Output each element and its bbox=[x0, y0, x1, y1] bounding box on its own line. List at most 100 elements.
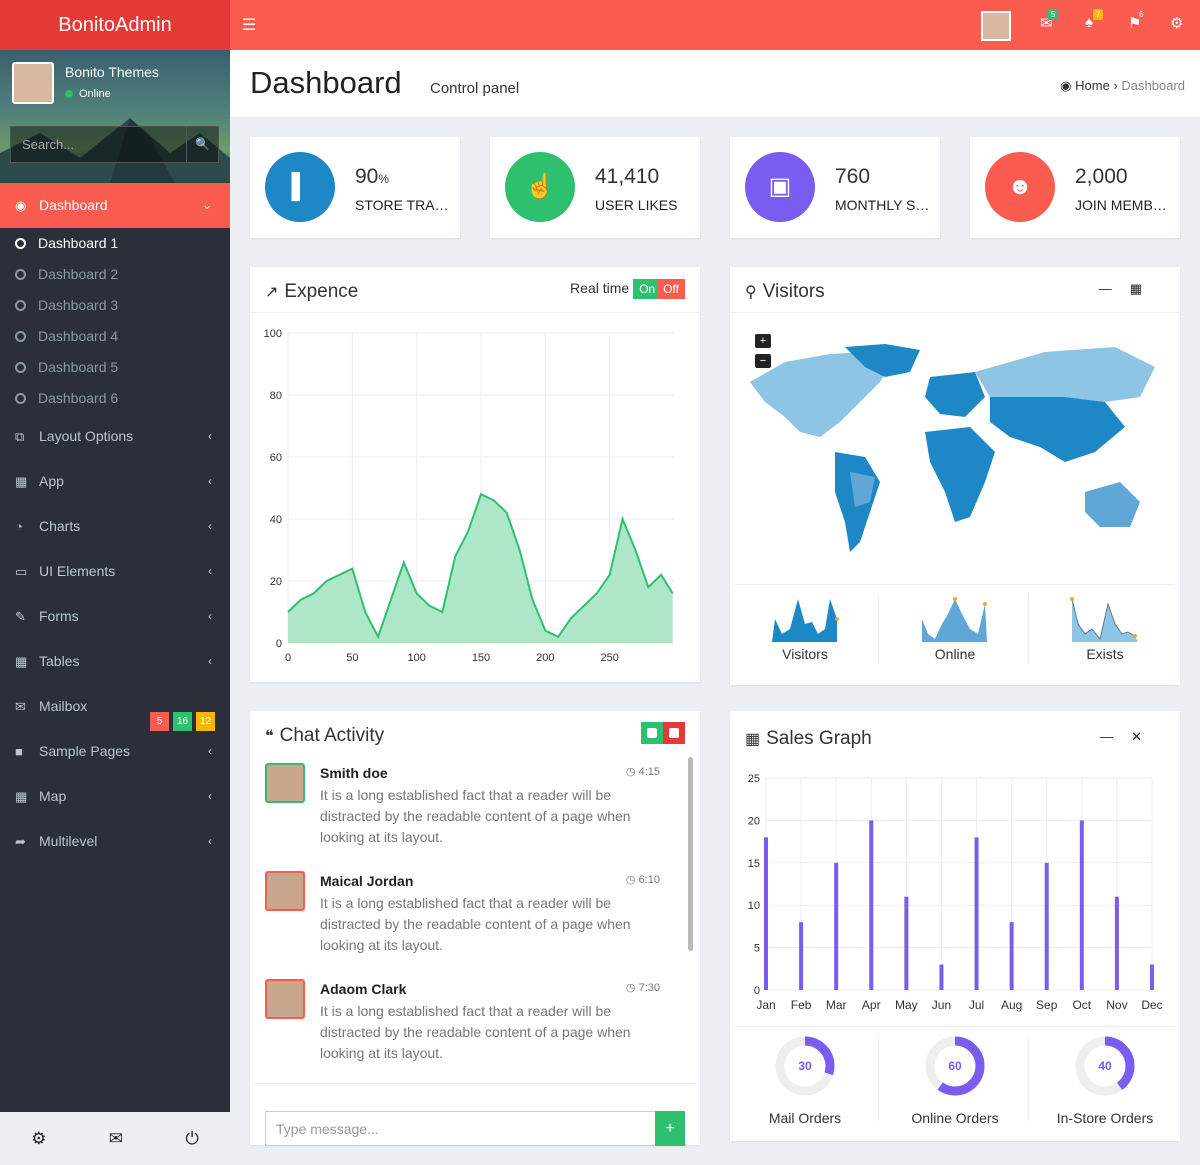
breadcrumb-home[interactable]: Home bbox=[1075, 78, 1110, 93]
sidebar-item-ui-elements[interactable]: ▭ UI Elements ‹ bbox=[0, 549, 230, 594]
donut-chart: 30 bbox=[775, 1036, 835, 1096]
sidebar-item-layout-options[interactable]: ⧉ Layout Options ‹ bbox=[0, 414, 230, 459]
chat-time: ◷ 4:15 bbox=[625, 766, 660, 778]
spark-label-online: Online bbox=[934, 646, 976, 662]
chat-author[interactable]: Adaom Clark bbox=[320, 981, 406, 997]
sidebar-item-mailbox[interactable]: ✉ Mailbox 5 16 12 bbox=[0, 684, 230, 731]
sidebar-item-tables[interactable]: ▦ Tables ‹ bbox=[0, 639, 230, 684]
bar-chart-icon: ▌ bbox=[265, 152, 335, 222]
y-tick-label: 80 bbox=[270, 390, 282, 402]
submenu-dashboard-6[interactable]: Dashboard 6 bbox=[0, 383, 230, 414]
chat-author[interactable]: Maical Jordan bbox=[320, 873, 413, 889]
sidebar-item-map[interactable]: ▦ Map ‹ bbox=[0, 774, 230, 819]
x-tick-label: Nov bbox=[1106, 998, 1127, 1012]
sidebar-item-multilevel[interactable]: ➦ Multilevel ‹ bbox=[0, 819, 230, 864]
envelope-icon[interactable]: ✉ 5 bbox=[1040, 9, 1059, 32]
sidebar-item-forms[interactable]: ✎ Forms ‹ bbox=[0, 594, 230, 639]
x-tick-label: 50 bbox=[346, 652, 358, 664]
submenu-dashboard-4[interactable]: Dashboard 4 bbox=[0, 321, 230, 352]
chat-author[interactable]: Smith doe bbox=[320, 765, 388, 781]
chat-avatar bbox=[265, 871, 305, 911]
chevron-left-icon: ‹ bbox=[208, 474, 212, 488]
x-tick-label: Jan bbox=[756, 998, 775, 1012]
x-tick-label: Jun bbox=[932, 998, 951, 1012]
sidebar-menu: ◉ Dashboard ⌄ Dashboard 1 Dashboard 2 Dash… bbox=[0, 183, 230, 864]
bar bbox=[1114, 896, 1119, 990]
gear-icon[interactable]: ⚙ bbox=[31, 1129, 46, 1149]
box-title-text: Sales Graph bbox=[766, 728, 872, 749]
close-icon[interactable]: ✕ bbox=[1131, 729, 1160, 744]
x-tick-label: 200 bbox=[536, 652, 554, 664]
x-tick-label: 100 bbox=[407, 652, 425, 664]
sidebar-item-label: Map bbox=[39, 788, 67, 804]
brand-logo[interactable]: BonitoAdmin bbox=[0, 0, 230, 50]
sidebar-footer: ⚙ ✉ ⏻ bbox=[0, 1112, 230, 1165]
sidebar-item-label: Tables bbox=[39, 653, 80, 669]
menu-toggle-icon[interactable]: ☰ bbox=[242, 15, 256, 35]
sidebar-item-dashboard[interactable]: ◉ Dashboard ⌄ bbox=[0, 183, 230, 228]
world-map[interactable] bbox=[745, 342, 1165, 572]
sidebar-item-sample-pages[interactable]: ■ Sample Pages ‹ bbox=[0, 729, 230, 774]
donut-label: In-Store Orders bbox=[1056, 1110, 1154, 1126]
edit-icon: ✎ bbox=[15, 609, 26, 624]
sidebar-item-charts[interactable]: ◔ Charts ‹ bbox=[0, 504, 230, 549]
box-title-text: Chat Activity bbox=[279, 725, 385, 746]
copy-icon: ⧉ bbox=[15, 429, 25, 444]
circle-icon bbox=[15, 269, 26, 280]
content-header: Dashboard Control panel ◉ Home › Dashboa… bbox=[230, 50, 1200, 117]
submenu-dashboard-5[interactable]: Dashboard 5 bbox=[0, 352, 230, 383]
chat-offline-toggle[interactable] bbox=[663, 722, 685, 744]
x-tick-label: Jul bbox=[969, 998, 984, 1012]
sidebar-item-label: Forms bbox=[39, 608, 79, 624]
y-tick-label: 20 bbox=[748, 815, 760, 827]
calendar-icon[interactable]: ▦ bbox=[1130, 281, 1160, 296]
bar bbox=[834, 862, 839, 990]
chat-activity-box: ❝ Chat Activity Smith doe ◷ 4:15 It is a … bbox=[250, 711, 700, 1146]
bar bbox=[1009, 922, 1014, 990]
stat-number: 90 bbox=[355, 165, 379, 188]
realtime-off-button[interactable]: Off bbox=[657, 279, 685, 299]
chat-online-toggle[interactable] bbox=[641, 722, 663, 744]
send-message-button[interactable]: + bbox=[655, 1111, 685, 1146]
share-icon: ➦ bbox=[15, 834, 26, 849]
search-input[interactable] bbox=[11, 127, 181, 162]
chat-text: It is a long established fact that a rea… bbox=[320, 1003, 631, 1061]
bar bbox=[764, 837, 768, 990]
sidebar-item-label: Layout Options bbox=[39, 428, 134, 444]
y-tick-label: 0 bbox=[276, 638, 282, 650]
minimize-icon[interactable]: — bbox=[1100, 729, 1131, 744]
search-icon[interactable]: 🔍 bbox=[186, 127, 218, 162]
bell-icon[interactable]: ♠ 7 bbox=[1085, 9, 1104, 31]
x-tick-label: Feb bbox=[791, 998, 812, 1012]
chat-scrollbar[interactable] bbox=[688, 757, 693, 951]
stat-value: 90% bbox=[355, 165, 389, 189]
stat-box-user-likes: ☝ 41,410 USER LIKES bbox=[490, 137, 700, 238]
chat-time: ◷ 6:10 bbox=[625, 874, 660, 886]
chat-message-input[interactable] bbox=[265, 1111, 656, 1146]
chat-time-value: 7:30 bbox=[638, 982, 660, 994]
realtime-label: Real time bbox=[570, 280, 630, 296]
circle-icon bbox=[15, 300, 26, 311]
submenu-dashboard-1[interactable]: Dashboard 1 bbox=[0, 228, 230, 259]
x-tick-label: Dec bbox=[1141, 998, 1162, 1012]
stat-box-store-traffic: ▌ 90% STORE TRAFFIC bbox=[250, 137, 460, 238]
user-avatar[interactable] bbox=[12, 62, 54, 104]
gear-icon[interactable]: ⚙ bbox=[1170, 14, 1183, 32]
chat-status-toggle bbox=[641, 722, 685, 749]
envelope-icon[interactable]: ✉ bbox=[109, 1129, 123, 1149]
flag-icon[interactable]: ⚑ 6 bbox=[1128, 10, 1143, 32]
minimize-icon[interactable]: — bbox=[1099, 281, 1130, 296]
shopping-bag-icon: ▣ bbox=[745, 152, 815, 222]
dashboard-icon: ◉ bbox=[1060, 78, 1072, 93]
power-icon[interactable]: ⏻ bbox=[185, 1129, 198, 1149]
sidebar-item-app[interactable]: ▦ App ‹ bbox=[0, 459, 230, 504]
circle-icon bbox=[15, 331, 26, 342]
topbar-avatar[interactable] bbox=[981, 11, 1011, 41]
map-marker-icon: ⚲ bbox=[745, 284, 757, 301]
x-tick-label: Mar bbox=[826, 998, 847, 1012]
donut-value: 40 bbox=[1098, 1059, 1112, 1073]
y-tick-label: 15 bbox=[748, 858, 760, 870]
submenu-dashboard-3[interactable]: Dashboard 3 bbox=[0, 290, 230, 321]
line-chart-icon: ↗ bbox=[265, 284, 279, 301]
submenu-dashboard-2[interactable]: Dashboard 2 bbox=[0, 259, 230, 290]
